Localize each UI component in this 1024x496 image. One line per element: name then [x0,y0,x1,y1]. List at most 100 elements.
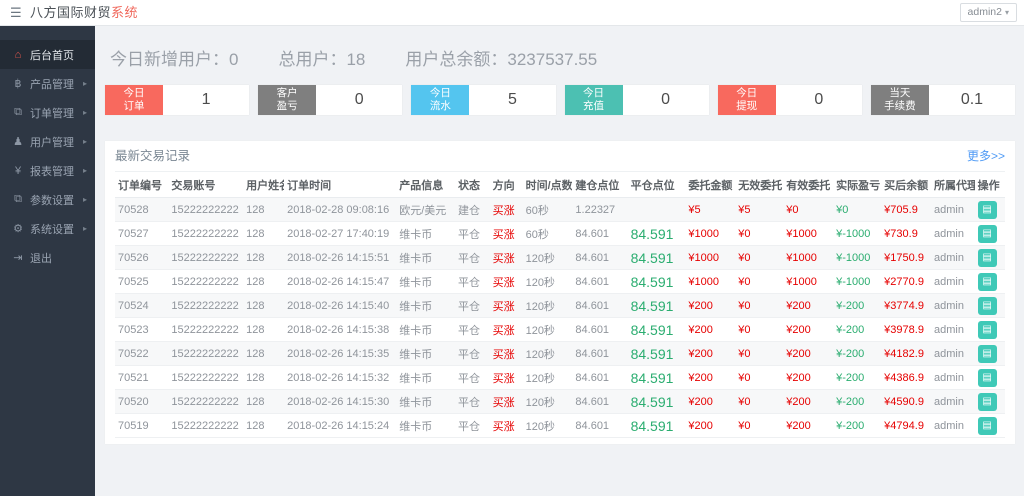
stat-card-label-line1: 今日 [565,87,623,100]
column-header: 用户姓名 [243,172,284,198]
column-header: 实际盈亏 [833,172,881,198]
cell-invalid-entrust: ¥0 [735,222,783,246]
cell-user-name: 128 [243,318,284,342]
summary-stat-label: 总用户： [278,50,346,69]
cell-duration: 120秒 [523,294,573,318]
cell-direction: 买涨 [490,294,523,318]
cell-open-point: 84.601 [572,294,627,318]
cell-duration: 120秒 [523,318,573,342]
cell-close-point: 84.591 [628,390,686,414]
cell-valid-entrust: ¥200 [783,294,833,318]
sidebar-toggle-icon[interactable]: ☰ [10,0,22,25]
cell-invalid-entrust: ¥0 [735,270,783,294]
cell-open-point: 84.601 [572,366,627,390]
order-detail-button[interactable]: ▤ [978,249,997,267]
table-row: 70520 15222222222 128 2018-02-26 14:15:3… [115,390,1005,414]
top-header: ☰ 八方国际财贸系统 admin2▾ [0,0,1024,26]
sidebar-item-orders[interactable]: ⧉ 订单管理 ▸ [0,98,95,127]
column-header: 订单编号 [115,172,168,198]
cell-direction: 买涨 [490,318,523,342]
cell-order-no: 70522 [115,342,168,366]
cell-open-point: 84.601 [572,342,627,366]
cell-duration: 120秒 [523,246,573,270]
cell-actual-profit: ¥-200 [833,294,881,318]
cell-order-no: 70524 [115,294,168,318]
column-header: 买后余额 [881,172,931,198]
order-detail-button[interactable]: ▤ [978,273,997,291]
column-header: 委托金额 [685,172,735,198]
cell-duration: 120秒 [523,342,573,366]
order-detail-button[interactable]: ▤ [978,393,997,411]
cell-duration: 120秒 [523,366,573,390]
column-header: 订单时间 [284,172,396,198]
sidebar-item-label: 系统设置 [30,221,74,237]
details-icon: ▤ [982,372,991,383]
cell-status: 平仓 [455,414,490,438]
cell-duration: 120秒 [523,390,573,414]
order-detail-button[interactable]: ▤ [978,369,997,387]
sidebar-item-label: 用户管理 [30,134,74,150]
cell-action: ▤ [975,222,1005,246]
order-detail-button[interactable]: ▤ [978,321,997,339]
summary-stat: 用户总余额：3237537.55 [405,45,597,70]
cell-order-time: 2018-02-28 09:08:16 [284,198,396,222]
cell-after-balance: ¥705.9 [881,198,931,222]
cell-order-time: 2018-02-26 14:15:40 [284,294,396,318]
order-detail-button[interactable]: ▤ [978,225,997,243]
cell-action: ▤ [975,414,1005,438]
table-header-row: 订单编号 交易账号 用户姓名 订单时间 产品信息 状态 方向 时间/点数 建仓点… [115,172,1005,198]
cell-direction: 买涨 [490,342,523,366]
details-icon: ▤ [982,420,991,431]
order-detail-button[interactable]: ▤ [978,345,997,363]
order-detail-button[interactable]: ▤ [978,297,997,315]
user-menu-button[interactable]: admin2▾ [960,3,1017,22]
stat-card: 今日 流水 5 [411,85,555,115]
summary-stat-value: 0 [229,50,238,69]
yen-icon: ¥ [11,165,25,177]
sidebar-item-params[interactable]: ⧉ 参数设置 ▸ [0,185,95,214]
more-link[interactable]: 更多>> [967,141,1005,171]
column-header: 建仓点位 [572,172,627,198]
cell-duration: 120秒 [523,414,573,438]
cell-order-no: 70528 [115,198,168,222]
chevron-right-icon: ▸ [83,195,87,204]
cell-order-time: 2018-02-26 14:15:32 [284,366,396,390]
cell-product: 维卡币 [396,318,455,342]
files-icon: ⧉ [11,106,25,119]
cell-status: 平仓 [455,270,490,294]
cell-open-point: 84.601 [572,390,627,414]
table-head: 订单编号 交易账号 用户姓名 订单时间 产品信息 状态 方向 时间/点数 建仓点… [115,172,1005,198]
order-detail-button[interactable]: ▤ [978,201,997,219]
stat-card-label-line1: 客户 [258,87,316,100]
order-detail-button[interactable]: ▤ [978,417,997,435]
stat-card-label-line2: 提现 [718,100,776,113]
cell-agent: admin [931,270,975,294]
table-row: 70527 15222222222 128 2018-02-27 17:40:1… [115,222,1005,246]
cell-action: ▤ [975,318,1005,342]
sidebar-item-system[interactable]: ⚙ 系统设置 ▸ [0,214,95,243]
column-header: 时间/点数 [523,172,573,198]
cell-close-point: 84.591 [628,246,686,270]
table-row: 70519 15222222222 128 2018-02-26 14:15:2… [115,414,1005,438]
stat-card-label-line1: 今日 [105,87,163,100]
sidebar-item-products[interactable]: ฿ 产品管理 ▸ [0,69,95,98]
table-row: 70523 15222222222 128 2018-02-26 14:15:3… [115,318,1005,342]
stat-card-label-line1: 当天 [871,87,929,100]
cell-entrust-amount: ¥200 [685,366,735,390]
files-icon: ⧉ [11,193,25,206]
sidebar-item-users[interactable]: ♟ 用户管理 ▸ [0,127,95,156]
stat-card-label: 今日 订单 [105,85,163,115]
cell-valid-entrust: ¥200 [783,414,833,438]
sidebar-item-label: 报表管理 [30,163,74,179]
cell-user-name: 128 [243,342,284,366]
sidebar-item-dashboard[interactable]: ⌂ 后台首页 [0,40,95,69]
cell-user-name: 128 [243,366,284,390]
sidebar-item-reports[interactable]: ¥ 报表管理 ▸ [0,156,95,185]
cell-order-time: 2018-02-26 14:15:51 [284,246,396,270]
cell-product: 欧元/美元 [396,198,455,222]
cell-user-name: 128 [243,294,284,318]
sidebar-item-logout[interactable]: ⇥ 退出 [0,243,95,272]
cell-user-name: 128 [243,198,284,222]
cell-actual-profit: ¥-200 [833,318,881,342]
cell-invalid-entrust: ¥0 [735,366,783,390]
